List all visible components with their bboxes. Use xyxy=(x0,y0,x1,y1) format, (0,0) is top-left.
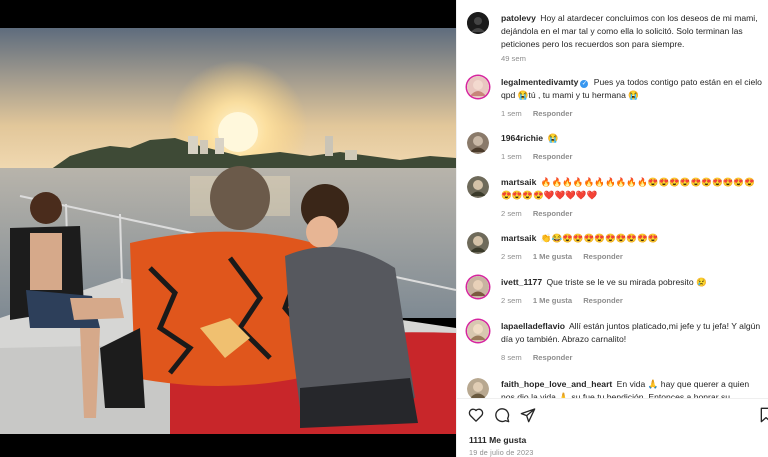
post-photo[interactable] xyxy=(0,28,456,434)
comment-icon[interactable] xyxy=(494,407,510,425)
reply-button[interactable]: Responder xyxy=(583,296,623,305)
bookmark-icon[interactable] xyxy=(759,407,768,425)
reply-button[interactable]: Responder xyxy=(533,353,573,362)
comment-likes[interactable]: 1 Me gusta xyxy=(533,252,572,261)
comment-body: ivett_1177 Que triste se le ve su mirada… xyxy=(501,276,763,289)
comment-meta: 2 sem Responder xyxy=(501,209,581,218)
comment-text: 🔥🔥🔥🔥🔥🔥🔥🔥🔥🔥😍😍😍😍😍😍😍😍😍😍😍😍😍😍❤️❤️❤️❤️❤️ xyxy=(501,177,755,200)
comment-body: legalmentedivamty ✓ Pues ya todos contigo… xyxy=(501,76,763,102)
heart-icon[interactable] xyxy=(468,407,484,424)
comment-time[interactable]: 2 sem xyxy=(501,296,522,305)
comment-time[interactable]: 2 sem xyxy=(501,252,522,261)
avatar[interactable] xyxy=(467,76,489,98)
comment-body: patolevy Hoy al atardecer concluimos con… xyxy=(501,12,763,51)
comment-meta: 1 sem Responder xyxy=(501,109,581,118)
comment-username[interactable]: patolevy xyxy=(501,13,536,23)
caption-comment: patolevy Hoy al atardecer concluimos con… xyxy=(467,12,765,68)
comment-meta: 2 sem 1 Me gusta Responder xyxy=(501,252,632,261)
comment-meta: 1 sem Responder xyxy=(501,152,581,161)
comment-time[interactable]: 49 sem xyxy=(501,54,526,63)
comment-body: martsaik 👏😂😍😍😍😍😍😍😍😍😍 xyxy=(501,232,763,245)
likes-count[interactable]: 1111 Me gusta xyxy=(469,435,526,445)
avatar[interactable] xyxy=(467,232,489,254)
comment-item: faith_hope_love_and_heart En vida 🙏 hay … xyxy=(467,378,765,398)
comment-meta: 49 sem xyxy=(501,54,535,63)
comment-item: lapaelladeflavio Allí están juntos plati… xyxy=(467,320,765,368)
comment-body: lapaelladeflavio Allí están juntos plati… xyxy=(501,320,763,346)
avatar[interactable] xyxy=(467,320,489,342)
avatar[interactable] xyxy=(467,276,489,298)
comment-item: martsaik 👏😂😍😍😍😍😍😍😍😍😍 2 sem 1 Me gusta Re… xyxy=(467,232,765,266)
post-actions-bar: 1111 Me gusta 19 de julio de 2023 xyxy=(457,398,768,457)
comment-username[interactable]: lapaelladeflavio xyxy=(501,321,565,331)
avatar[interactable] xyxy=(467,176,489,198)
comment-username[interactable]: martsaik xyxy=(501,177,536,187)
comment-text: 😭 xyxy=(547,133,559,143)
comment-body: 1964richie 😭 xyxy=(501,132,763,145)
comment-item: 1964richie 😭 1 sem Responder xyxy=(467,132,765,166)
comment-username[interactable]: ivett_1177 xyxy=(501,277,542,287)
comment-text: 👏😂😍😍😍😍😍😍😍😍😍 xyxy=(540,233,659,243)
reply-button[interactable]: Responder xyxy=(583,252,623,261)
comment-username[interactable]: 1964richie xyxy=(501,133,543,143)
comment-item: ivett_1177 Que triste se le ve su mirada… xyxy=(467,276,765,310)
comment-body: martsaik 🔥🔥🔥🔥🔥🔥🔥🔥🔥🔥😍😍😍😍😍😍😍😍😍😍😍😍😍😍❤️❤️❤️❤… xyxy=(501,176,763,202)
comment-text: Que triste se le ve su mirada pobresito … xyxy=(546,277,707,287)
comment-time[interactable]: 2 sem xyxy=(501,209,522,218)
avatar[interactable] xyxy=(467,378,489,398)
comment-username[interactable]: faith_hope_love_and_heart xyxy=(501,379,612,389)
comment-item: legalmentedivamty ✓ Pues ya todos contigo… xyxy=(467,76,765,124)
comment-time[interactable]: 1 sem xyxy=(501,109,522,118)
post-media-pane xyxy=(0,0,456,457)
share-icon[interactable] xyxy=(520,407,536,425)
comment-likes[interactable]: 1 Me gusta xyxy=(533,296,572,305)
comment-item: martsaik 🔥🔥🔥🔥🔥🔥🔥🔥🔥🔥😍😍😍😍😍😍😍😍😍😍😍😍😍😍❤️❤️❤️❤… xyxy=(467,176,765,224)
reply-button[interactable]: Responder xyxy=(533,209,573,218)
post-date: 19 de julio de 2023 xyxy=(469,448,534,457)
reply-button[interactable]: Responder xyxy=(533,152,573,161)
comments-panel: patolevy Hoy al atardecer concluimos con… xyxy=(456,0,768,457)
verified-badge-icon: ✓ xyxy=(580,80,589,88)
comment-username[interactable]: legalmentedivamty xyxy=(501,77,578,87)
comment-username[interactable]: martsaik xyxy=(501,233,536,243)
comment-meta: 2 sem 1 Me gusta Responder xyxy=(501,296,632,305)
comment-meta: 8 sem Responder xyxy=(501,353,581,362)
reply-button[interactable]: Responder xyxy=(533,109,573,118)
avatar[interactable] xyxy=(467,12,489,34)
comment-time[interactable]: 8 sem xyxy=(501,353,522,362)
avatar[interactable] xyxy=(467,132,489,154)
comment-body: faith_hope_love_and_heart En vida 🙏 hay … xyxy=(501,378,763,398)
comments-list[interactable]: patolevy Hoy al atardecer concluimos con… xyxy=(457,0,768,398)
comment-text: Hoy al atardecer concluimos con los dese… xyxy=(501,13,758,49)
comment-time[interactable]: 1 sem xyxy=(501,152,522,161)
